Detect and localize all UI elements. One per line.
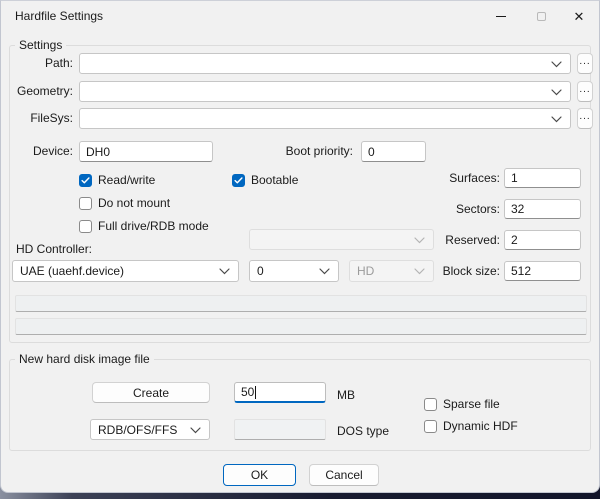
sparse-file-checkbox[interactable]: Sparse file <box>424 397 500 411</box>
read-write-label: Read/write <box>98 173 155 187</box>
geometry-label: Geometry: <box>11 81 73 101</box>
dos-type-field <box>234 419 326 440</box>
do-not-mount-checkbox[interactable]: Do not mount <box>79 196 170 210</box>
filesys-combobox[interactable] <box>79 108 571 129</box>
title-bar[interactable]: Hardfile Settings ✕ <box>1 1 599 31</box>
chevron-down-icon <box>414 264 425 278</box>
size-mb-value: 50 <box>241 385 254 399</box>
path-combobox[interactable] <box>79 53 571 74</box>
sparse-file-label: Sparse file <box>443 397 500 411</box>
close-button[interactable]: ✕ <box>559 2 599 30</box>
chevron-down-icon <box>190 423 201 437</box>
filesystem-value: RDB/OFS/FFS <box>98 423 190 437</box>
sectors-label: Sectors: <box>411 199 500 219</box>
filesys-browse-button[interactable]: ... <box>577 108 593 129</box>
filesystem-combobox[interactable]: RDB/OFS/FFS <box>90 419 210 440</box>
dos-type-label: DOS type <box>337 421 389 441</box>
controller-type-combobox: HD <box>349 260 434 282</box>
path-label: Path: <box>11 53 73 73</box>
window-title: Hardfile Settings <box>15 9 103 23</box>
sectors-input[interactable] <box>504 199 581 219</box>
hd-controller-label: HD Controller: <box>16 239 92 259</box>
controller-type-value: HD <box>357 264 414 278</box>
hardfile-info-field-1 <box>15 295 587 312</box>
chevron-down-icon <box>551 85 562 99</box>
checkbox-unchecked-icon <box>79 220 92 233</box>
reserved-input[interactable] <box>504 230 581 250</box>
device-input[interactable] <box>79 141 213 162</box>
bootable-label: Bootable <box>251 173 298 187</box>
chevron-down-icon <box>219 264 230 278</box>
block-size-input[interactable] <box>504 261 581 281</box>
controller-unit-value: 0 <box>257 264 319 278</box>
geometry-combobox[interactable] <box>79 81 571 102</box>
dynamic-hdf-checkbox[interactable]: Dynamic HDF <box>424 419 518 433</box>
bootable-checkbox[interactable]: Bootable <box>232 173 298 187</box>
geometry-browse-button[interactable]: ... <box>577 81 593 102</box>
size-mb-input[interactable]: 50 <box>234 382 326 403</box>
ok-button[interactable]: OK <box>223 464 296 486</box>
full-drive-rdb-label: Full drive/RDB mode <box>98 219 209 233</box>
checkbox-unchecked-icon <box>424 420 437 433</box>
device-label: Device: <box>11 141 73 161</box>
checkbox-checked-icon <box>232 174 245 187</box>
hardfile-info-field-2 <box>15 318 587 335</box>
screen: Hardfile Settings ✕ Settings Path: ... G… <box>0 0 600 499</box>
cancel-button[interactable]: Cancel <box>309 464 379 486</box>
chevron-down-icon <box>414 233 425 247</box>
path-browse-button[interactable]: ... <box>577 53 593 74</box>
maximize-icon <box>537 12 546 21</box>
boot-priority-input[interactable] <box>361 141 426 162</box>
boot-priority-label: Boot priority: <box>241 141 353 161</box>
text-caret <box>255 386 256 399</box>
mb-unit-label: MB <box>337 385 355 405</box>
checkbox-unchecked-icon <box>424 398 437 411</box>
close-icon: ✕ <box>574 10 585 23</box>
read-write-checkbox[interactable]: Read/write <box>79 173 155 187</box>
checkbox-checked-icon <box>79 174 92 187</box>
do-not-mount-label: Do not mount <box>98 196 170 210</box>
chevron-down-icon <box>551 57 562 71</box>
surfaces-input[interactable] <box>504 168 581 188</box>
chevron-down-icon <box>551 112 562 126</box>
minimize-icon <box>496 16 506 17</box>
maximize-button[interactable] <box>521 2 561 30</box>
hd-controller-value: UAE (uaehf.device) <box>20 264 219 278</box>
create-button[interactable]: Create <box>92 382 210 403</box>
checkbox-unchecked-icon <box>79 197 92 210</box>
hd-controller-combobox[interactable]: UAE (uaehf.device) <box>12 260 239 282</box>
minimize-button[interactable] <box>481 2 521 30</box>
new-file-group-label: New hard disk image file <box>15 352 154 366</box>
settings-group-label: Settings <box>15 38 66 52</box>
filesys-label: FileSys: <box>11 108 73 128</box>
full-drive-rdb-checkbox[interactable]: Full drive/RDB mode <box>79 219 209 233</box>
hardfile-settings-dialog: Hardfile Settings ✕ Settings Path: ... G… <box>0 0 600 493</box>
chevron-down-icon <box>319 264 330 278</box>
controller-mode-combobox <box>249 229 434 250</box>
surfaces-label: Surfaces: <box>411 168 500 188</box>
dynamic-hdf-label: Dynamic HDF <box>443 419 518 433</box>
controller-unit-combobox[interactable]: 0 <box>249 260 339 282</box>
